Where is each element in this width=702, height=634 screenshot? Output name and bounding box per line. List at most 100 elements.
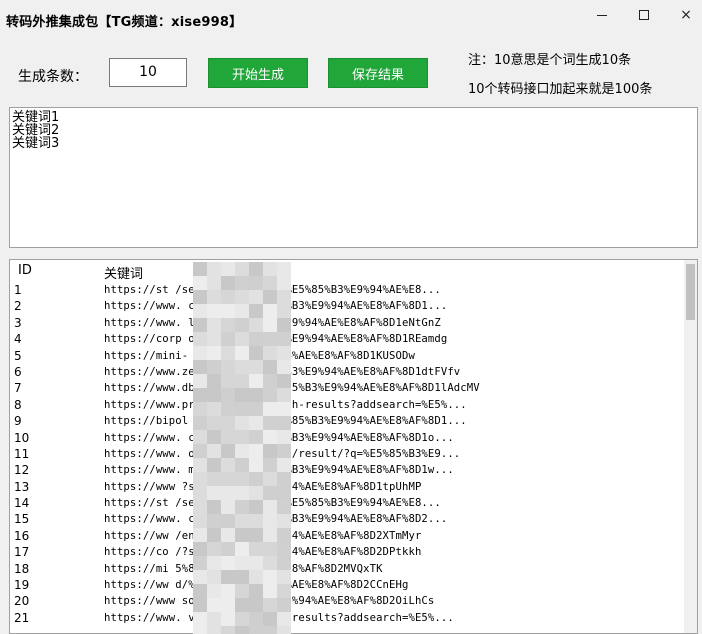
vertical-scrollbar[interactable] — [684, 260, 697, 633]
mosaic-cell — [193, 304, 207, 318]
mosaic-cell — [249, 556, 263, 570]
mosaic-cell — [221, 486, 235, 500]
scrollbar-thumb[interactable] — [686, 264, 695, 320]
start-generate-button[interactable]: 开始生成 — [208, 58, 308, 88]
table-row[interactable]: 5 https://mini- %E5%85%B3%E9%94%AE%E8%AF%… — [10, 348, 686, 364]
table-row[interactable]: 4 https://corp om/?s=%E5%85%B3%E9%94%AE%E… — [10, 331, 686, 347]
keyword-line: 关键词2 — [12, 123, 60, 138]
mosaic-cell — [207, 276, 221, 290]
mosaic-cell — [263, 332, 277, 346]
mosaic-cell — [221, 528, 235, 542]
table-row[interactable]: 10 https://www. cz/de/?s=%E5%85%B3%E9%94%… — [10, 430, 686, 446]
results-list[interactable]: ID 关键词 1 https://st /search/images?k=%E5%… — [9, 259, 698, 634]
window-title: 转码外推集成包【TG频道：xise998】 — [6, 15, 243, 30]
close-icon: × — [680, 7, 692, 23]
row-url: https://www.pr view.com/search-results?a… — [104, 398, 467, 411]
mosaic-cell — [249, 472, 263, 486]
mosaic-cell — [249, 598, 263, 612]
mosaic-cell — [249, 416, 263, 430]
mosaic-cell — [277, 346, 291, 360]
mosaic-cell — [221, 570, 235, 584]
mosaic-cell — [221, 472, 235, 486]
mosaic-cell — [193, 332, 207, 346]
table-row[interactable]: 8 https://www.pr view.com/search-results?… — [10, 397, 686, 413]
mosaic-cell — [263, 486, 277, 500]
mosaic-cell — [207, 318, 221, 332]
row-url: https://www. om/catalogsearch/result/?q=… — [104, 447, 461, 460]
row-id: 21 — [14, 610, 30, 625]
mosaic-cell — [193, 430, 207, 444]
save-results-button[interactable]: 保存结果 — [328, 58, 428, 88]
row-id: 6 — [14, 364, 22, 379]
mosaic-cell — [235, 346, 249, 360]
minimize-icon — [597, 14, 607, 16]
table-row[interactable]: 21 https://www. view.com/search-results?a… — [10, 610, 686, 626]
close-button[interactable]: × — [664, 2, 702, 28]
mosaic-cell — [249, 458, 263, 472]
column-header-id[interactable]: ID — [18, 263, 32, 278]
table-row[interactable]: 18 https://mi 5%85%B3%E9%94%AE%E8%AF%8D2M… — [10, 561, 686, 577]
row-url: https://www. m.net/?s=%E5%85%B3%E9%94%AE… — [104, 464, 454, 477]
row-id: 12 — [14, 463, 30, 478]
mosaic-cell — [249, 444, 263, 458]
keyword-textarea[interactable]: 关键词1 关键词2 关键词3 — [9, 107, 698, 248]
mosaic-cell — [193, 500, 207, 514]
row-url: https://mi 5%85%B3%E9%94%AE%E8%AF%8D2MVQ… — [104, 562, 382, 575]
table-row[interactable]: 11 https://www. om/catalogsearch/result/?… — [10, 446, 686, 462]
table-row[interactable]: 20 https://www soeg=%E5%85%B3%E9%94%AE%E8… — [10, 593, 686, 609]
mosaic-cell — [207, 584, 221, 598]
table-row[interactable]: 2 https://www. co.jp/?s=%E5%85%B3%E9%94%A… — [10, 298, 686, 314]
row-id: 17 — [14, 545, 30, 560]
table-row[interactable]: 6 https://www.zedg ind/%E5%85%B3%E9%94%AE… — [10, 364, 686, 380]
row-id: 10 — [14, 430, 30, 445]
table-row[interactable]: 14 https://st /search/images?k=%E5%85%B3%… — [10, 495, 686, 511]
row-url: https://www. view.com/search-results?add… — [104, 611, 454, 624]
row-id: 9 — [14, 414, 22, 429]
column-header-keyword[interactable]: 关键词 — [104, 263, 143, 282]
mosaic-cell — [221, 598, 235, 612]
table-row[interactable]: 3 https://www. l/en/%E5%85%B3%E9%94%AE%E8… — [10, 315, 686, 331]
maximize-button[interactable] — [622, 2, 666, 28]
mosaic-cell — [235, 276, 249, 290]
mosaic-cell — [277, 486, 291, 500]
mosaic-cell — [207, 472, 221, 486]
row-url: https://ww /en/%E5%85%B3%E9%94%AE%E8%AF%… — [104, 529, 422, 542]
mosaic-cell — [235, 584, 249, 598]
table-row[interactable]: 9 https://bipol gen.no/sok/%E5%85%B3%E9%9… — [10, 413, 686, 429]
mosaic-cell — [235, 304, 249, 318]
row-id: 4 — [14, 332, 22, 347]
table-row[interactable]: 12 https://www. m.net/?s=%E5%85%B3%E9%94%… — [10, 462, 686, 478]
minimize-button[interactable] — [580, 2, 624, 28]
mosaic-cell — [235, 528, 249, 542]
table-row[interactable]: 15 https://www. co.jp/?s=%E5%85%B3%E9%94%… — [10, 511, 686, 527]
mosaic-cell — [207, 570, 221, 584]
table-row[interactable]: 19 https://ww d/%E5%85%B3%E9%94%AE%E8%AF%… — [10, 577, 686, 593]
mosaic-cell — [235, 262, 249, 276]
mosaic-cell — [193, 290, 207, 304]
mosaic-cell — [193, 402, 207, 416]
table-row[interactable]: 7 https://www.dbs g/?soeg=%E5%85%B3%E9%94… — [10, 380, 686, 396]
mosaic-cell — [207, 612, 221, 626]
keyword-line: 关键词3 — [12, 136, 60, 151]
mosaic-cell — [207, 332, 221, 346]
mosaic-cell — [249, 570, 263, 584]
table-row[interactable]: 13 https://www ?s=%E5%85%B3%E9%94%AE%E8%A… — [10, 479, 686, 495]
row-id: 19 — [14, 578, 30, 593]
mosaic-cell — [277, 332, 291, 346]
mosaic-cell — [263, 444, 277, 458]
mosaic-cell — [221, 360, 235, 374]
mosaic-cell — [249, 290, 263, 304]
mosaic-cell — [193, 514, 207, 528]
mosaic-cell — [207, 514, 221, 528]
note-line-1: 注：10意思是个词生成10条 — [468, 53, 632, 68]
table-row[interactable]: 16 https://ww /en/%E5%85%B3%E9%94%AE%E8%A… — [10, 528, 686, 544]
count-input[interactable]: 10 — [109, 58, 187, 87]
row-url: https://www ?s=%E5%85%B3%E9%94%AE%E8%AF%… — [104, 480, 422, 493]
row-id: 8 — [14, 397, 22, 412]
mosaic-cell — [207, 486, 221, 500]
mosaic-cell — [193, 388, 207, 402]
mosaic-cell — [249, 500, 263, 514]
table-row[interactable]: 1 https://st /search/images?k=%E5%85%B3%E… — [10, 282, 686, 298]
mosaic-cell — [207, 626, 221, 634]
table-row[interactable]: 17 https://co /?s=%E5%85%B3%E9%94%AE%E8%A… — [10, 544, 686, 560]
